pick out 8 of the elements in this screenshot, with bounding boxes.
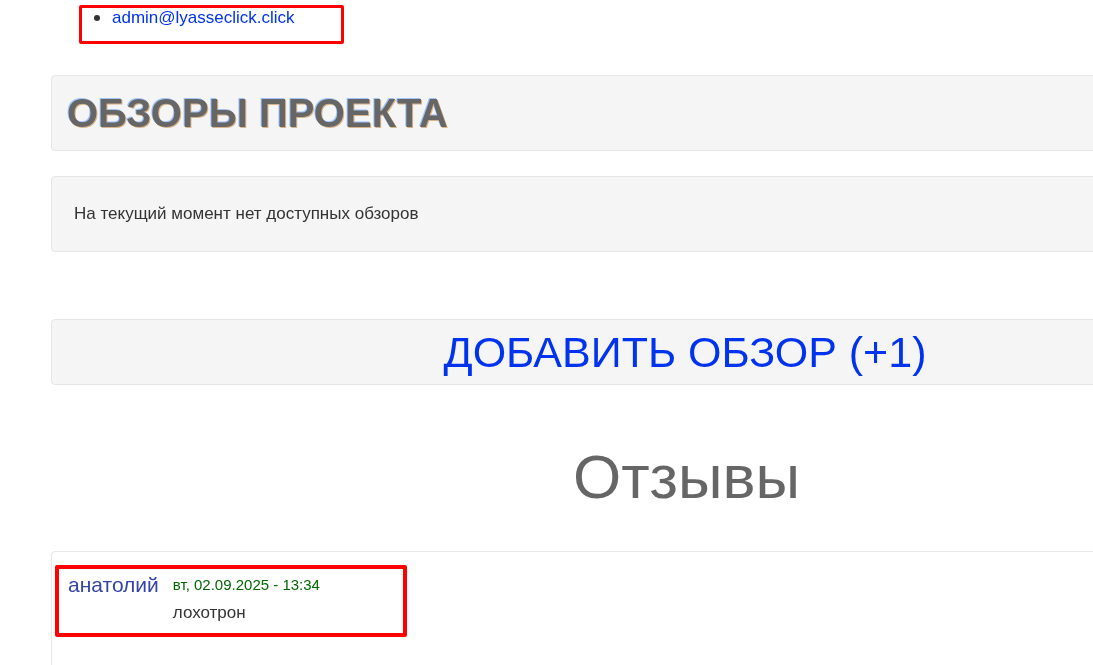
- comment-author[interactable]: анатолий: [68, 573, 159, 634]
- empty-message: На текущий момент нет доступных обзоров: [74, 204, 419, 224]
- add-review-link[interactable]: ДОБАВИТЬ ОБЗОР (+1): [443, 327, 927, 377]
- comment-text: лохотрон: [172, 603, 247, 624]
- section-title: ОБЗОРЫ ПРОЕКТА: [67, 90, 448, 136]
- bullet-icon: [94, 14, 100, 21]
- comments-heading: Отзывы: [571, 443, 802, 512]
- comment-date: вт, 02.09.2025 - 13:34: [172, 576, 320, 594]
